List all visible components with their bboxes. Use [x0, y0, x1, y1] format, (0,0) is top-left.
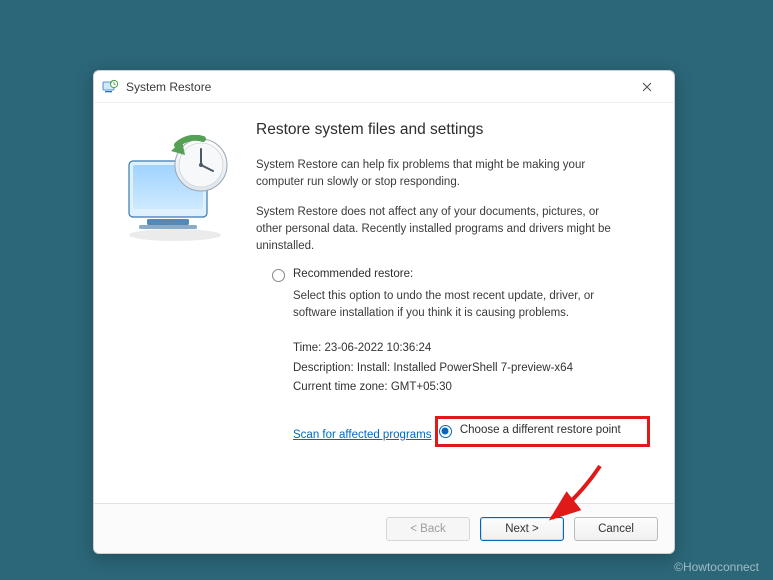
intro-paragraph-1: System Restore can help fix problems tha… — [256, 157, 626, 190]
watermark: ©Howtoconnect — [674, 560, 759, 574]
system-restore-dialog: System Restore — [93, 70, 675, 554]
system-restore-illustration-icon — [119, 135, 239, 245]
radio-icon — [272, 269, 285, 282]
different-restore-point-label: Choose a different restore point — [460, 424, 621, 436]
info-time: Time: 23-06-2022 10:36:24 — [293, 339, 654, 359]
info-timezone: Current time zone: GMT+05:30 — [293, 378, 654, 398]
info-description: Description: Install: Installed PowerShe… — [293, 359, 654, 379]
window-title: System Restore — [126, 80, 628, 94]
illustration-pane — [108, 117, 250, 495]
restore-point-info: Time: 23-06-2022 10:36:24 Description: I… — [293, 339, 654, 398]
radio-selected-icon — [439, 425, 452, 438]
annotation-highlight-box: Choose a different restore point — [435, 416, 650, 447]
different-restore-point-option[interactable]: Choose a different restore point — [438, 424, 621, 438]
scan-affected-programs-link[interactable]: Scan for affected programs — [293, 429, 432, 441]
system-restore-icon — [102, 79, 118, 95]
close-icon — [642, 82, 652, 92]
close-button[interactable] — [628, 73, 666, 101]
page-title: Restore system files and settings — [256, 121, 654, 139]
content-area: Restore system files and settings System… — [94, 103, 674, 503]
recommended-restore-description: Select this option to undo the most rece… — [293, 288, 623, 321]
dialog-footer: < Back Next > Cancel — [94, 503, 674, 553]
back-button: < Back — [386, 517, 470, 541]
cancel-button[interactable]: Cancel — [574, 517, 658, 541]
intro-paragraph-2: System Restore does not affect any of yo… — [256, 204, 626, 254]
titlebar: System Restore — [94, 71, 674, 103]
main-pane: Restore system files and settings System… — [250, 117, 654, 495]
recommended-restore-label: Recommended restore: — [293, 268, 413, 280]
recommended-restore-option[interactable]: Recommended restore: — [272, 268, 654, 282]
restore-options: Recommended restore: Select this option … — [256, 268, 654, 446]
next-button[interactable]: Next > — [480, 517, 564, 541]
